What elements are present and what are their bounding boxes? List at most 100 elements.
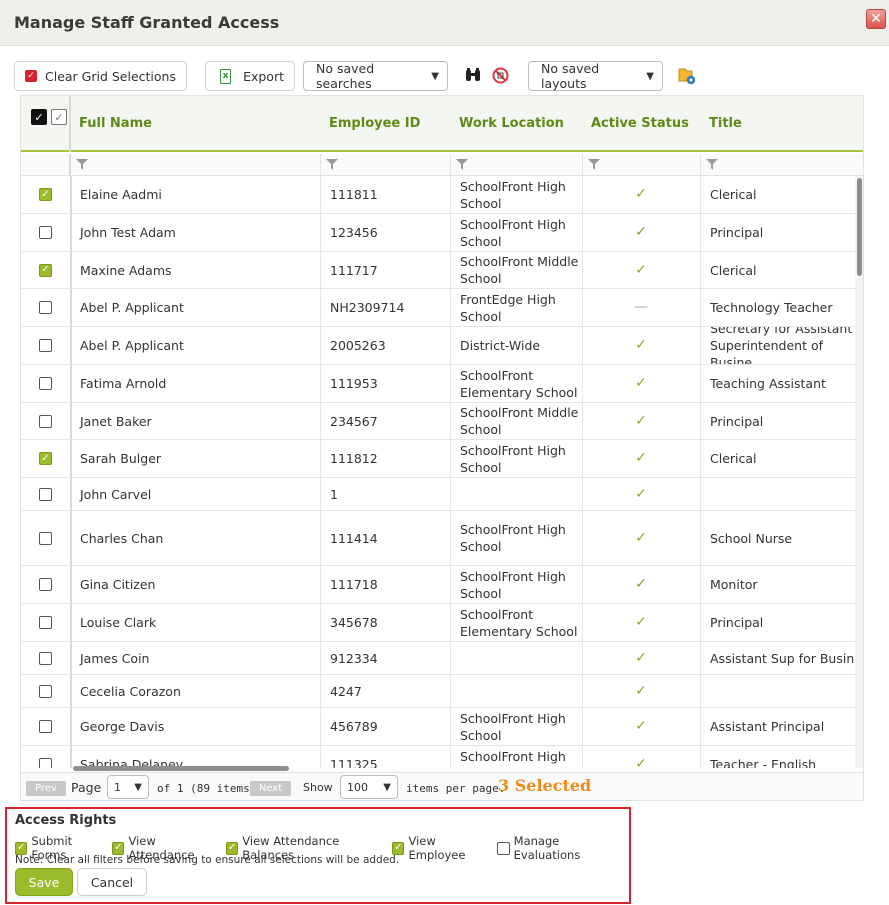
column-divider bbox=[700, 289, 701, 326]
table-row[interactable]: ✓ Sarah Bulger 111812 SchoolFront High Scho… bbox=[21, 440, 855, 478]
table-row[interactable]: Janet Baker 234567 SchoolFront Middle Scho… bbox=[21, 403, 855, 440]
cancel-button[interactable]: Cancel bbox=[77, 868, 147, 896]
filter-icon[interactable] bbox=[76, 159, 88, 170]
cell-work-location bbox=[460, 478, 582, 510]
vertical-scrollbar[interactable] bbox=[855, 176, 863, 768]
access-right-checkbox[interactable]: ✓ bbox=[225, 841, 239, 855]
binoculars-icon[interactable] bbox=[465, 68, 481, 82]
items-per-page-select[interactable]: 100 ▼ bbox=[340, 775, 398, 799]
filter-icon[interactable] bbox=[706, 159, 718, 170]
column-divider bbox=[582, 214, 583, 251]
table-row[interactable]: Sabrina Delaney 111325 SchoolFront High Sc… bbox=[21, 746, 855, 768]
access-right-label: View Employee bbox=[408, 834, 466, 862]
column-header-active-status[interactable]: Active Status bbox=[591, 116, 689, 131]
row-checkbox-cell bbox=[21, 511, 70, 565]
table-row[interactable]: Fatima Arnold 111953 SchoolFront Elementar… bbox=[21, 365, 855, 403]
table-row[interactable]: George Davis 456789 SchoolFront High Schoo… bbox=[21, 708, 855, 746]
export-button[interactable]: x Export bbox=[205, 61, 295, 91]
column-divider bbox=[700, 214, 701, 251]
row-checkbox[interactable] bbox=[39, 651, 52, 665]
active-check-icon: ✓ bbox=[635, 756, 647, 768]
access-right-checkbox[interactable]: ✓ bbox=[392, 841, 405, 855]
filter-icon[interactable] bbox=[588, 159, 600, 170]
vertical-scrollbar-thumb[interactable] bbox=[857, 178, 862, 276]
access-right-checkbox[interactable]: ✓ bbox=[15, 841, 28, 855]
row-checkbox[interactable] bbox=[39, 226, 52, 239]
cell-active-status: — bbox=[582, 289, 700, 326]
cell-employee-id: 111812 bbox=[330, 451, 378, 466]
row-checkbox[interactable] bbox=[39, 301, 52, 314]
row-checkbox[interactable]: ✓ bbox=[39, 452, 52, 465]
column-divider bbox=[700, 440, 701, 477]
clear-search-icon[interactable] bbox=[492, 67, 509, 84]
access-right-option[interactable]: ✓ View Employee bbox=[392, 834, 491, 862]
table-row[interactable]: Charles Chan 111414 SchoolFront High Schoo… bbox=[21, 511, 855, 566]
select-all-icon[interactable]: ✓ bbox=[31, 109, 47, 125]
cell-active-status: ✓ bbox=[582, 566, 700, 603]
table-row[interactable]: John Test Adam 123456 SchoolFront High Sch… bbox=[21, 214, 855, 252]
cell-full-name: Louise Clark bbox=[80, 615, 157, 630]
filter-icon[interactable] bbox=[456, 159, 468, 170]
column-divider bbox=[450, 604, 451, 641]
cell-employee-id: 111717 bbox=[330, 262, 378, 278]
column-divider bbox=[320, 365, 321, 402]
column-header-work-location[interactable]: Work Location bbox=[459, 116, 564, 131]
cell-title bbox=[710, 478, 855, 510]
page-select[interactable]: 1 ▼ bbox=[107, 775, 149, 799]
table-row[interactable]: Cecelia Corazon 4247 ✓ bbox=[21, 675, 855, 708]
access-right-checkbox[interactable] bbox=[497, 841, 510, 855]
saved-searches-select[interactable]: No saved searches ▼ bbox=[303, 61, 448, 91]
table-row[interactable]: Abel P. Applicant NH2309714 FrontEdge High… bbox=[21, 289, 855, 327]
row-checkbox[interactable] bbox=[39, 578, 52, 591]
table-row[interactable]: Louise Clark 345678 SchoolFront Elementary… bbox=[21, 604, 855, 642]
close-button[interactable]: ✕ bbox=[866, 9, 886, 29]
column-divider bbox=[320, 511, 321, 565]
horizontal-scrollbar-thumb[interactable] bbox=[73, 766, 289, 771]
row-checkbox[interactable] bbox=[39, 720, 52, 733]
table-row[interactable]: James Coin 912334 ✓ Assistant Sup for Busin… bbox=[21, 642, 855, 675]
cell-full-name: John Carvel bbox=[80, 486, 152, 502]
column-divider bbox=[450, 289, 451, 326]
cell-full-name: Abel P. Applicant bbox=[80, 300, 184, 315]
row-checkbox[interactable] bbox=[39, 487, 52, 501]
row-checkbox[interactable] bbox=[39, 377, 52, 390]
access-right-checkbox[interactable]: ✓ bbox=[112, 841, 125, 855]
column-divider bbox=[70, 642, 72, 674]
column-divider bbox=[582, 365, 583, 402]
layout-settings-icon[interactable] bbox=[678, 66, 697, 86]
column-header-title[interactable]: Title bbox=[709, 116, 742, 131]
prev-page-button[interactable]: Prev bbox=[26, 781, 66, 796]
deselect-all-icon[interactable]: ✓ bbox=[51, 109, 67, 125]
cell-active-status: ✓ bbox=[582, 440, 700, 477]
row-checkbox[interactable]: ✓ bbox=[39, 263, 52, 277]
save-button[interactable]: Save bbox=[15, 868, 73, 896]
row-checkbox[interactable] bbox=[39, 758, 52, 768]
column-divider bbox=[700, 604, 701, 641]
filter-icon[interactable] bbox=[326, 159, 338, 170]
row-checkbox[interactable]: ✓ bbox=[39, 188, 52, 201]
table-row[interactable]: John Carvel 1 ✓ bbox=[21, 478, 855, 511]
table-row[interactable]: ✓ Elaine Aadmi 111811 SchoolFront High Scho… bbox=[21, 176, 855, 214]
row-checkbox[interactable] bbox=[39, 414, 52, 428]
chevron-down-icon: ▼ bbox=[646, 70, 654, 82]
column-header-full-name[interactable]: Full Name bbox=[79, 116, 152, 131]
cell-active-status: ✓ bbox=[582, 327, 700, 364]
row-checkbox[interactable] bbox=[39, 339, 52, 352]
next-page-button[interactable]: Next bbox=[250, 781, 291, 796]
cell-employee-id: 123456 bbox=[330, 225, 378, 240]
row-checkbox[interactable] bbox=[39, 684, 52, 698]
row-checkbox[interactable] bbox=[39, 616, 52, 629]
table-row[interactable]: ✓ Maxine Adams 111717 SchoolFront Middle Sc… bbox=[21, 252, 855, 289]
clear-grid-selections-button[interactable]: ✓ Clear Grid Selections bbox=[14, 61, 187, 91]
row-checkbox[interactable] bbox=[39, 531, 52, 545]
saved-layouts-select[interactable]: No saved layouts ▼ bbox=[528, 61, 663, 91]
column-divider bbox=[320, 154, 321, 176]
access-right-option[interactable]: Manage Evaluations bbox=[497, 834, 623, 862]
cell-full-name: Janet Baker bbox=[80, 413, 152, 429]
cell-active-status: ✓ bbox=[582, 746, 700, 768]
table-row[interactable]: Abel P. Applicant 2005263 District-Wide ✓ Se… bbox=[21, 327, 855, 365]
table-row[interactable]: Gina Citizen 111718 SchoolFront High Schoo… bbox=[21, 566, 855, 604]
active-check-icon: ✓ bbox=[635, 485, 647, 502]
column-divider bbox=[582, 511, 583, 565]
column-header-employee-id[interactable]: Employee ID bbox=[329, 116, 420, 131]
